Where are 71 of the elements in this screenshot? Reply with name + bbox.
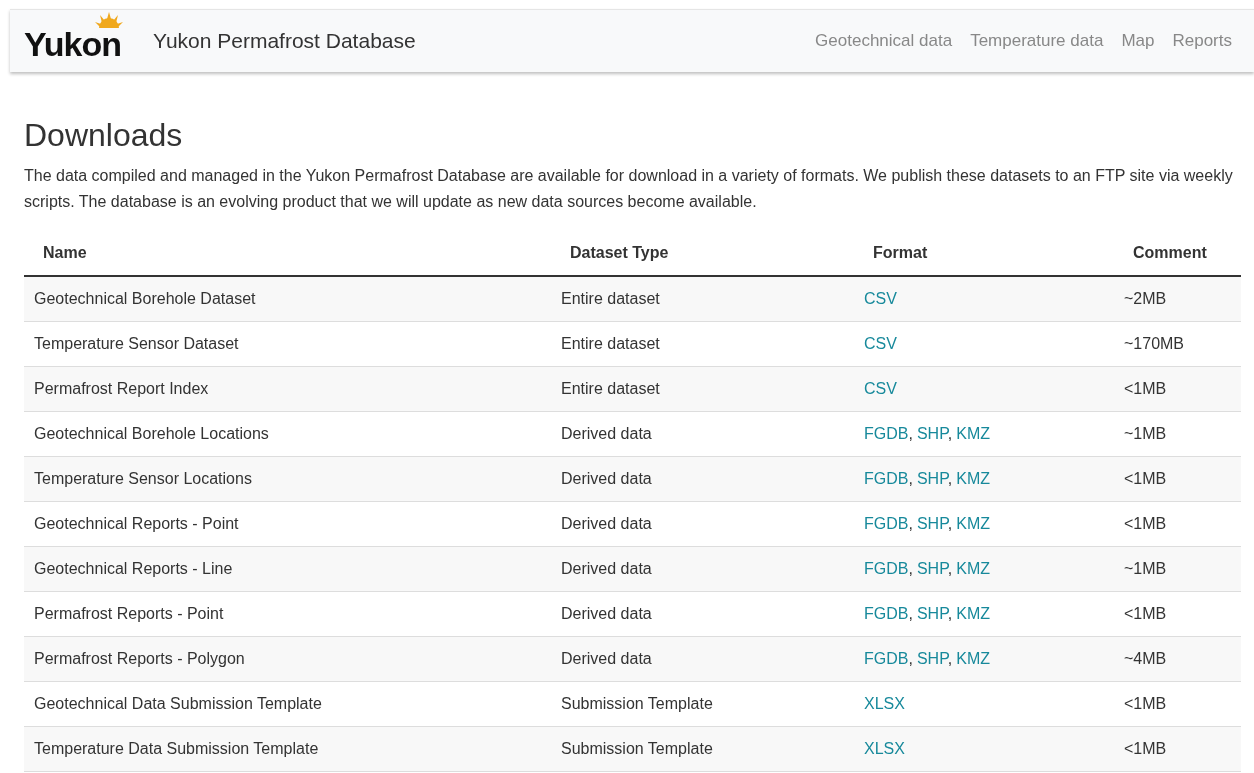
table-cell: <1MB [1114, 681, 1241, 727]
download-link[interactable]: FGDB [864, 515, 909, 532]
page-heading: Downloads [24, 117, 184, 154]
separator: , [908, 650, 913, 667]
download-link[interactable]: KMZ [956, 650, 990, 667]
download-link[interactable]: KMZ [956, 425, 990, 442]
download-link[interactable]: XLSX [864, 740, 905, 757]
intro-paragraph: The data compiled and managed in the Yukon Permafrost Database are available for download in a variety of formats. We publish these datasets to an FTP site via weekly scripts. The database is an evolving product that we will update as new data sources become available. [24, 166, 1234, 212]
download-link[interactable]: CSV [864, 335, 897, 352]
table-cell: Entire dataset [551, 321, 854, 367]
download-link[interactable]: FGDB [864, 650, 909, 667]
table-cell: Permafrost Report Index [24, 366, 551, 412]
download-link[interactable]: FGDB [864, 560, 909, 577]
table-cell: <1MB [1114, 366, 1241, 412]
download-link[interactable]: XLSX [864, 695, 905, 712]
table-cell: ~170MB [1114, 321, 1241, 367]
download-link[interactable]: CSV [864, 380, 897, 397]
separator: , [908, 605, 913, 622]
site-title[interactable]: Yukon Permafrost Database [153, 29, 416, 53]
table-cell: Permafrost Reports - Polygon [24, 636, 551, 682]
table-cell: Geotechnical Borehole Dataset [24, 276, 551, 322]
table-cell: Permafrost Reports - Point [24, 591, 551, 637]
table-cell: Derived data [551, 456, 854, 502]
download-link[interactable]: SHP [916, 650, 948, 667]
table-cell: <1MB [1114, 591, 1241, 637]
table-cell: Derived data [551, 591, 854, 637]
download-link[interactable]: SHP [916, 515, 948, 532]
table-cell: ~1MB [1114, 546, 1241, 592]
table-cell: Submission Template [551, 681, 854, 727]
table-cell: <1MB [1114, 456, 1241, 502]
download-link[interactable]: SHP [916, 560, 948, 577]
download-link[interactable]: FGDB [864, 425, 909, 442]
table-cell: Entire dataset [551, 366, 854, 412]
table-cell: Derived data [551, 501, 854, 547]
nav-link[interactable]: Temperature data [970, 31, 1104, 51]
separator: , [908, 425, 913, 442]
download-link[interactable]: KMZ [956, 515, 990, 532]
table-cell: Temperature Sensor Locations [24, 456, 551, 502]
download-link[interactable]: KMZ [956, 605, 990, 622]
sun-icon [94, 11, 124, 28]
table-cell: Geotechnical Reports - Point [24, 501, 551, 547]
nav-link[interactable]: Geotechnical data [815, 31, 953, 51]
download-link[interactable]: FGDB [864, 605, 909, 622]
table-cell: Derived data [551, 546, 854, 592]
table-cell: Entire dataset [551, 276, 854, 322]
table-cell: Submission Template [551, 726, 854, 772]
download-link[interactable]: SHP [916, 605, 948, 622]
table-cell: <1MB [1114, 726, 1241, 772]
download-link[interactable]: FGDB [864, 470, 909, 487]
download-link[interactable]: SHP [916, 470, 948, 487]
table-cell: ~4MB [1114, 636, 1241, 682]
download-link[interactable]: CSV [864, 290, 897, 307]
table-cell: Derived data [551, 411, 854, 457]
table-cell: ~2MB [1114, 276, 1241, 322]
table-cell: <1MB [1114, 501, 1241, 547]
nav-link[interactable]: Reports [1172, 31, 1232, 51]
table-cell: Geotechnical Borehole Locations [24, 411, 551, 457]
yukon-logo[interactable]: Yukon [24, 11, 122, 71]
separator: , [908, 560, 913, 577]
download-link[interactable]: KMZ [956, 560, 990, 577]
separator: , [908, 515, 913, 532]
download-link[interactable]: SHP [916, 425, 948, 442]
separator: , [908, 470, 913, 487]
table-cell: Temperature Data Submission Template [24, 726, 551, 772]
nav-link[interactable]: Map [1121, 31, 1155, 51]
table-cell: Temperature Sensor Dataset [24, 321, 551, 367]
table-cell: Geotechnical Data Submission Template [24, 681, 551, 727]
download-link[interactable]: KMZ [956, 470, 990, 487]
table-cell: Derived data [551, 636, 854, 682]
table-cell: Geotechnical Reports - Line [24, 546, 551, 592]
table-cell: ~1MB [1114, 411, 1241, 457]
